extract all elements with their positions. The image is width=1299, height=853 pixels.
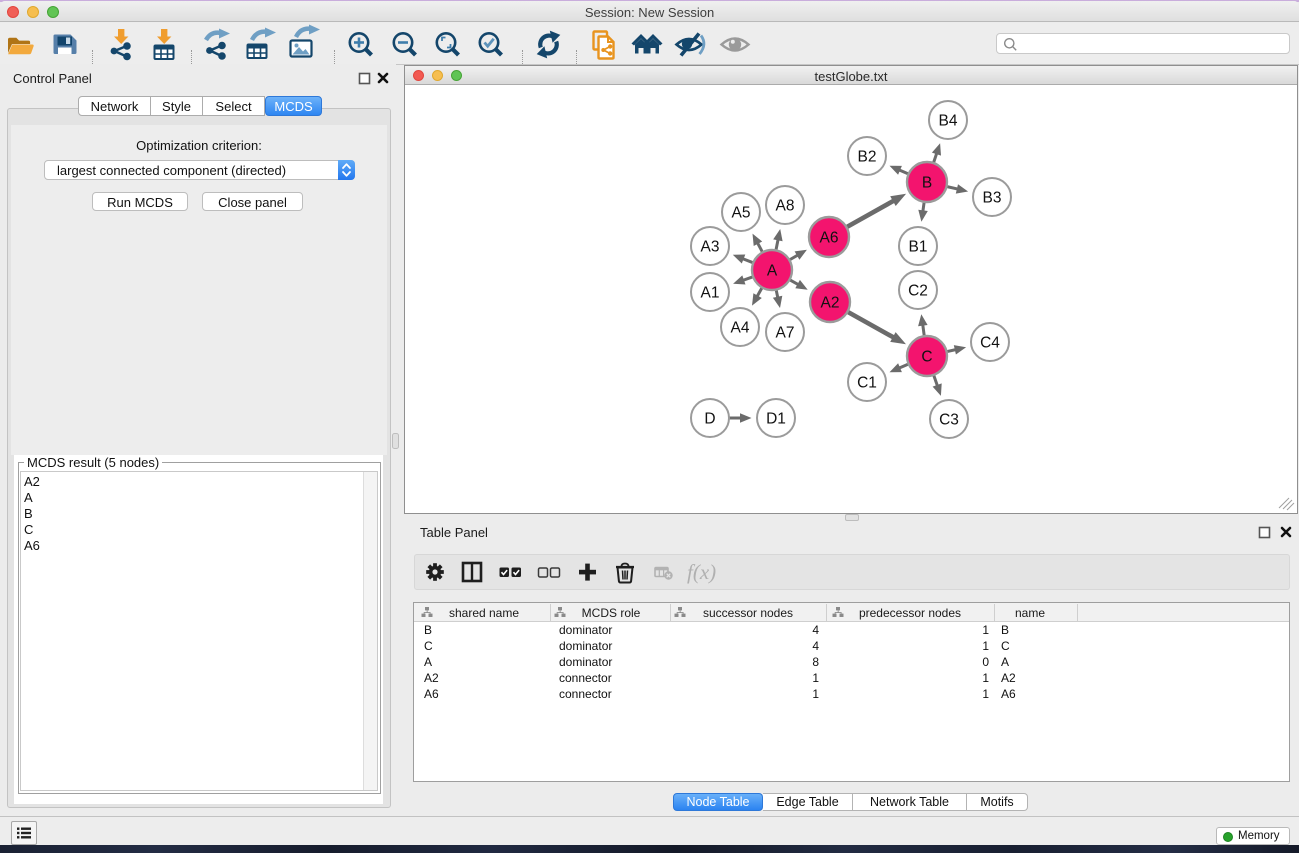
- svg-text:D: D: [704, 411, 715, 428]
- svg-text:A: A: [767, 263, 778, 280]
- svg-text:A8: A8: [776, 198, 795, 215]
- svg-text:D1: D1: [766, 411, 786, 428]
- svg-text:C: C: [921, 349, 932, 366]
- svg-text:A3: A3: [701, 239, 720, 256]
- svg-text:B1: B1: [909, 239, 928, 256]
- svg-text:A6: A6: [820, 230, 839, 247]
- svg-text:A4: A4: [731, 320, 750, 337]
- svg-text:C3: C3: [939, 412, 959, 429]
- svg-text:B3: B3: [983, 190, 1002, 207]
- svg-text:f(x): f(x): [687, 560, 716, 584]
- svg-text:A5: A5: [732, 205, 751, 222]
- svg-text:A1: A1: [701, 285, 720, 302]
- svg-text:C4: C4: [980, 335, 1000, 352]
- svg-text:C2: C2: [908, 283, 928, 300]
- svg-text:A7: A7: [776, 325, 795, 342]
- svg-text:A2: A2: [821, 295, 840, 312]
- svg-text:C1: C1: [857, 375, 877, 392]
- svg-text:B: B: [922, 175, 932, 192]
- svg-text:B2: B2: [858, 149, 877, 166]
- svg-text:B4: B4: [939, 113, 958, 130]
